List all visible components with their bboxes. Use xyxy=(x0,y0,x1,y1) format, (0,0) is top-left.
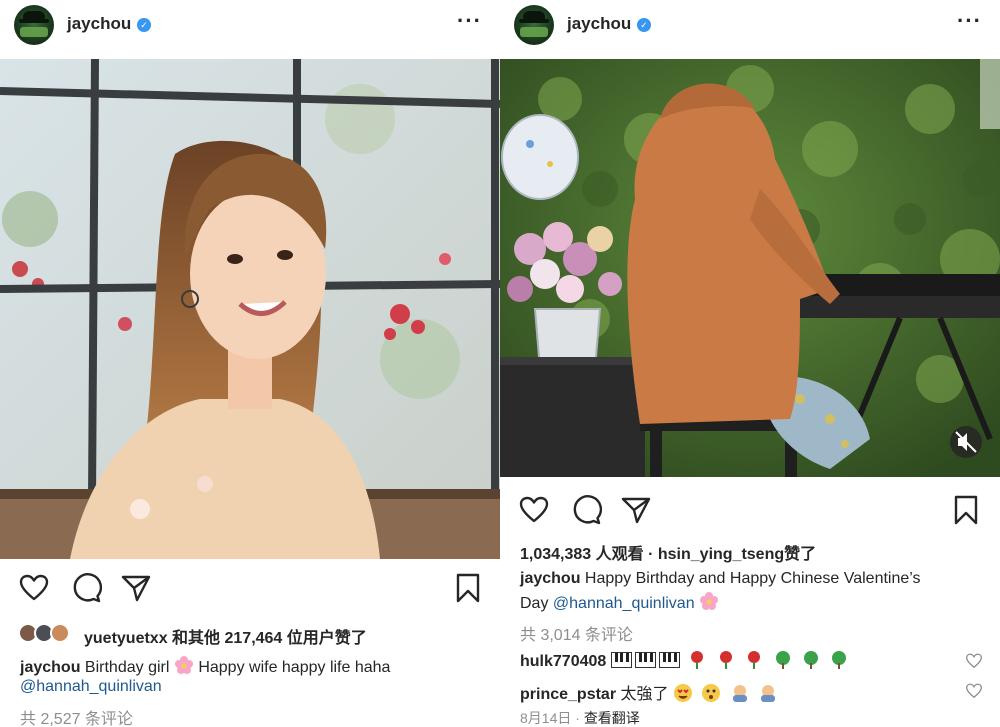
comment-icon[interactable] xyxy=(70,572,102,604)
liked-by-suffix: 赞了 xyxy=(784,546,817,563)
verified-icon: ✓ xyxy=(637,18,651,32)
rose-emoji-icon xyxy=(748,651,761,669)
post-photo[interactable] xyxy=(0,59,500,559)
translate-link[interactable]: 查看翻译 xyxy=(584,710,640,726)
bowing-emoji-icon xyxy=(761,685,776,702)
piano-emoji-icon xyxy=(634,652,656,668)
comment-item: hulk770408 xyxy=(520,650,853,671)
profile-avatar[interactable] xyxy=(14,5,54,45)
caption-text-2: Happy wife happy life haha xyxy=(198,659,391,676)
heart-icon[interactable] xyxy=(18,572,50,604)
share-icon[interactable] xyxy=(120,572,152,604)
post-header: jaychou ✓ ··· xyxy=(500,0,1000,55)
username-link[interactable]: jaychou xyxy=(67,14,131,34)
caption-text: Happy Birthday and Happy Chinese Valenti… xyxy=(584,570,921,587)
comment-user[interactable]: hulk770408 xyxy=(520,653,606,670)
tree-emoji-icon xyxy=(832,651,847,669)
mute-icon xyxy=(950,426,982,458)
liker-avatar xyxy=(50,623,70,643)
caption-line-2: Day @hannah_quinlivan xyxy=(520,591,719,613)
blossom-emoji-icon xyxy=(174,656,193,674)
comment-user[interactable]: prince_pstar xyxy=(520,686,616,703)
caption: jaychou Birthday girl Happy wife happy l… xyxy=(20,655,390,677)
likes-user[interactable]: yuetyuetxx xyxy=(84,630,168,647)
rose-emoji-icon xyxy=(719,651,732,669)
views-separator: · xyxy=(648,546,654,563)
verified-icon: ✓ xyxy=(137,18,151,32)
comment-text: 太強了 xyxy=(620,686,669,703)
post-actions xyxy=(500,494,1000,534)
caption-user[interactable]: jaychou xyxy=(520,570,580,587)
share-icon[interactable] xyxy=(620,494,652,526)
comment-icon[interactable] xyxy=(570,494,602,526)
piano-emoji-icon xyxy=(610,652,632,668)
comment-like-icon[interactable] xyxy=(965,652,983,670)
username-link[interactable]: jaychou xyxy=(567,14,631,34)
comment-item: prince_pstar 太強了 xyxy=(520,680,782,704)
save-icon[interactable] xyxy=(454,572,482,604)
post-meta: 8月14日 · 查看翻译 xyxy=(520,710,640,726)
heart-eyes-emoji-icon xyxy=(673,684,692,702)
piano-emoji-icon xyxy=(658,652,680,668)
astonished-emoji-icon xyxy=(702,684,721,702)
blossom-emoji-icon xyxy=(700,592,719,610)
views-count[interactable]: 1,034,383 人观看 xyxy=(520,546,644,563)
post-actions xyxy=(0,572,500,612)
post-header: jaychou ✓ ··· xyxy=(0,0,500,55)
view-comments-link[interactable]: 共 2,527 条评论 xyxy=(20,705,133,727)
tree-emoji-icon xyxy=(804,651,818,669)
post-left: jaychou ✓ ··· yuetyuetxx 和其他 217,464 位用户… xyxy=(0,0,500,727)
rose-emoji-icon xyxy=(691,651,704,669)
caption-mention[interactable]: @hannah_quinlivan xyxy=(20,678,162,696)
save-icon[interactable] xyxy=(952,494,980,526)
liked-by-user[interactable]: hsin_ying_tseng xyxy=(658,546,784,563)
heart-icon[interactable] xyxy=(518,494,550,526)
tree-emoji-icon xyxy=(775,651,790,669)
comment-like-icon[interactable] xyxy=(965,682,983,700)
post-video[interactable] xyxy=(500,59,1000,477)
more-options-icon[interactable]: ··· xyxy=(957,8,982,34)
caption-text-2: Day xyxy=(520,595,549,612)
caption: jaychou Happy Birthday and Happy Chinese… xyxy=(520,570,921,588)
profile-avatar[interactable] xyxy=(514,5,554,45)
caption-user[interactable]: jaychou xyxy=(20,659,80,676)
post-right: jaychou ✓ ··· 1,034,383 人观看 · hsin_ying_… xyxy=(500,0,1000,727)
more-options-icon[interactable]: ··· xyxy=(457,8,482,34)
caption-text: Birthday girl xyxy=(84,659,170,676)
post-date: 8月14日 xyxy=(520,710,572,726)
likes-count[interactable]: 和其他 217,464 位用户赞了 xyxy=(172,630,367,647)
views-summary: 1,034,383 人观看 · hsin_ying_tseng赞了 xyxy=(520,540,816,564)
view-comments-link[interactable]: 共 3,014 条评论 xyxy=(520,621,633,645)
caption-mention[interactable]: @hannah_quinlivan xyxy=(553,595,695,612)
likes-summary[interactable]: yuetyuetxx 和其他 217,464 位用户赞了 xyxy=(84,624,367,648)
bowing-emoji-icon xyxy=(732,685,747,702)
